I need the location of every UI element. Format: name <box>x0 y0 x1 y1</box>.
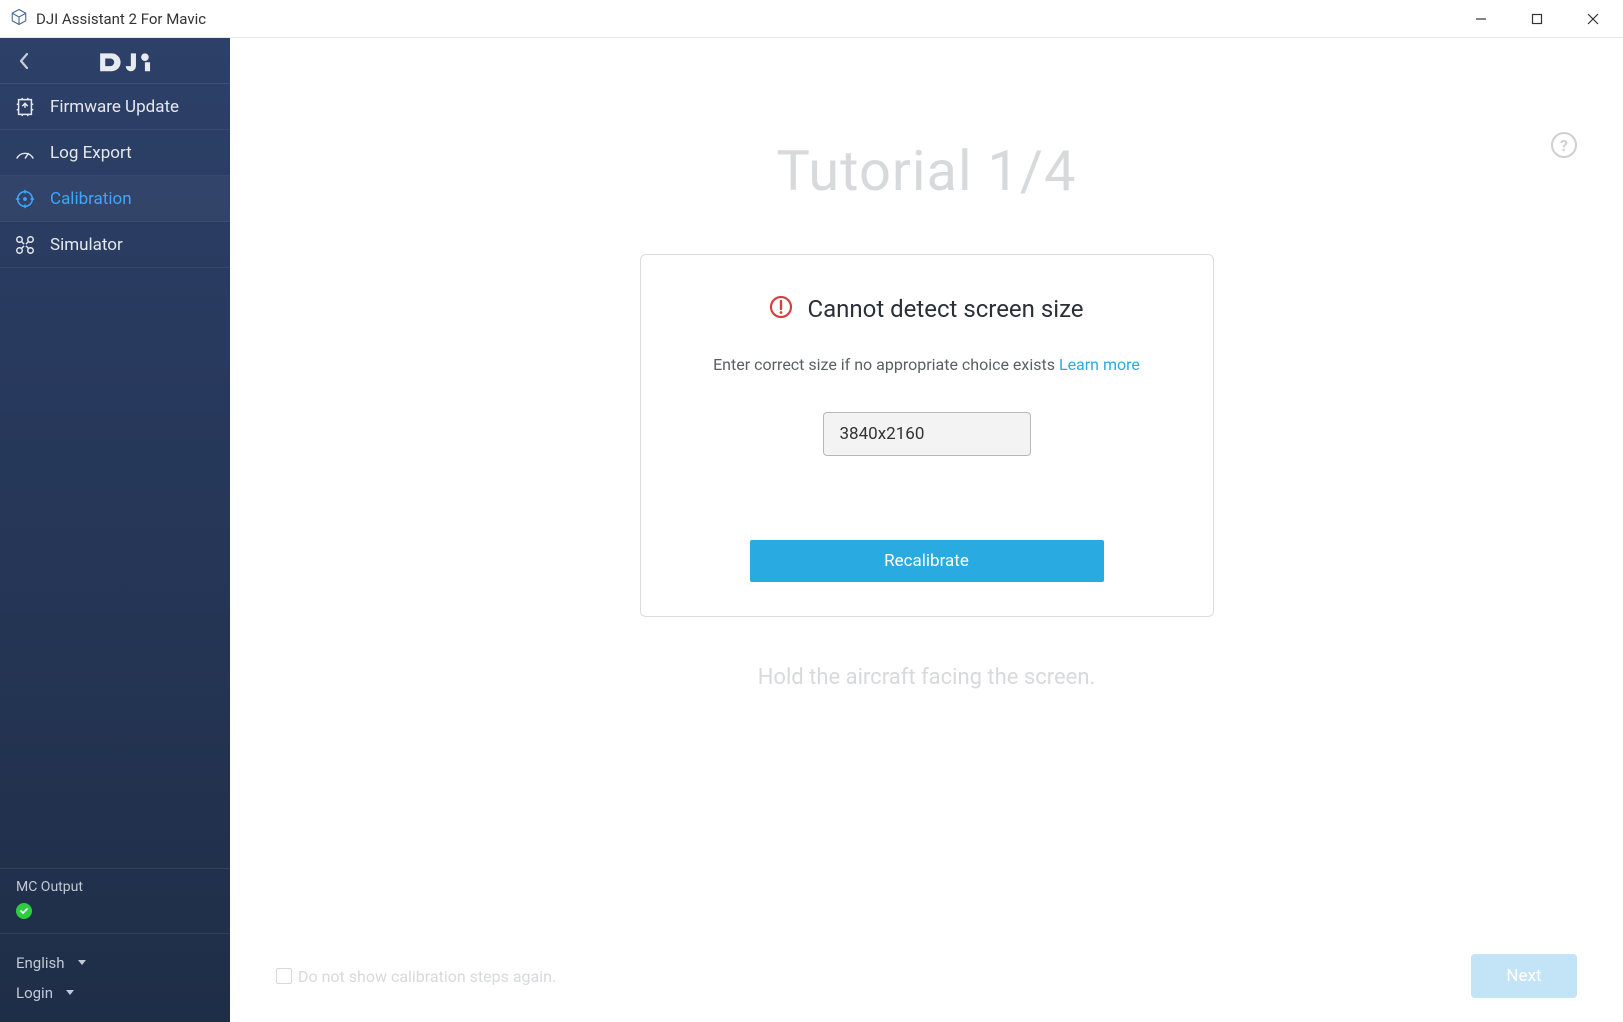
titlebar: DJI Assistant 2 For Mavic <box>0 0 1623 38</box>
app-icon <box>10 8 28 30</box>
titlebar-left: DJI Assistant 2 For Mavic <box>10 8 206 30</box>
sidebar-item-label: Log Export <box>50 143 132 163</box>
footer: Do not show calibration steps again. Nex… <box>276 954 1577 998</box>
sidebar-item-log-export[interactable]: Log Export <box>0 130 230 176</box>
sidebar-item-calibration[interactable]: Calibration <box>0 176 230 222</box>
next-button[interactable]: Next <box>1471 954 1577 998</box>
sidebar: Firmware Update Log Export Calibration S… <box>0 38 230 1022</box>
recalibrate-button[interactable]: Recalibrate <box>750 540 1104 582</box>
card-title: Cannot detect screen size <box>807 295 1083 323</box>
sidebar-header <box>0 38 230 84</box>
window-title: DJI Assistant 2 For Mavic <box>36 10 206 28</box>
back-button[interactable] <box>12 52 36 70</box>
minimize-button[interactable] <box>1453 0 1509 38</box>
warning-icon <box>769 295 793 323</box>
maximize-button[interactable] <box>1509 0 1565 38</box>
caret-down-icon <box>77 959 87 967</box>
sidebar-item-label: Calibration <box>50 189 132 209</box>
drone-icon <box>14 234 36 256</box>
screen-size-input[interactable] <box>823 412 1031 456</box>
caret-down-icon <box>65 989 75 997</box>
dont-show-checkbox-row[interactable]: Do not show calibration steps again. <box>276 967 556 986</box>
learn-more-link[interactable]: Learn more <box>1059 355 1140 374</box>
instruction-text: Hold the aircraft facing the screen. <box>230 665 1623 690</box>
chevron-left-icon <box>17 52 31 70</box>
sidebar-item-firmware-update[interactable]: Firmware Update <box>0 84 230 130</box>
gauge-icon <box>14 142 36 164</box>
language-dropdown[interactable]: English <box>16 948 214 978</box>
mc-output-label: MC Output <box>16 879 214 895</box>
input-wrapper <box>691 412 1163 456</box>
card-header: Cannot detect screen size <box>691 295 1163 323</box>
sidebar-item-simulator[interactable]: Simulator <box>0 222 230 268</box>
close-icon <box>1587 13 1599 25</box>
login-dropdown[interactable]: Login <box>16 978 214 1008</box>
question-icon: ? <box>1560 136 1568 155</box>
tutorial-title: Tutorial 1/4 <box>230 138 1623 204</box>
target-icon <box>14 188 36 210</box>
minimize-icon <box>1475 13 1487 25</box>
divider <box>0 933 230 934</box>
maximize-icon <box>1531 13 1543 25</box>
login-label: Login <box>16 984 53 1002</box>
sidebar-item-label: Simulator <box>50 235 123 255</box>
sidebar-nav: Firmware Update Log Export Calibration S… <box>0 84 230 868</box>
card-subtitle: Enter correct size if no appropriate cho… <box>691 355 1163 374</box>
subtitle-text: Enter correct size if no appropriate cho… <box>713 355 1059 374</box>
language-label: English <box>16 954 65 972</box>
app-body: Firmware Update Log Export Calibration S… <box>0 38 1623 1022</box>
sidebar-bottom: MC Output English Login <box>0 868 230 1022</box>
close-button[interactable] <box>1565 0 1621 38</box>
main-content: ? Tutorial 1/4 Cannot detect screen size… <box>230 38 1623 1022</box>
window-controls <box>1453 0 1621 38</box>
status-ok-icon <box>16 903 32 919</box>
dji-logo <box>36 48 218 74</box>
sidebar-item-label: Firmware Update <box>50 97 179 117</box>
checkbox-label: Do not show calibration steps again. <box>298 967 556 986</box>
firmware-icon <box>14 96 36 118</box>
screen-size-card: Cannot detect screen size Enter correct … <box>640 254 1214 617</box>
checkbox[interactable] <box>276 968 292 984</box>
help-button[interactable]: ? <box>1551 132 1577 158</box>
